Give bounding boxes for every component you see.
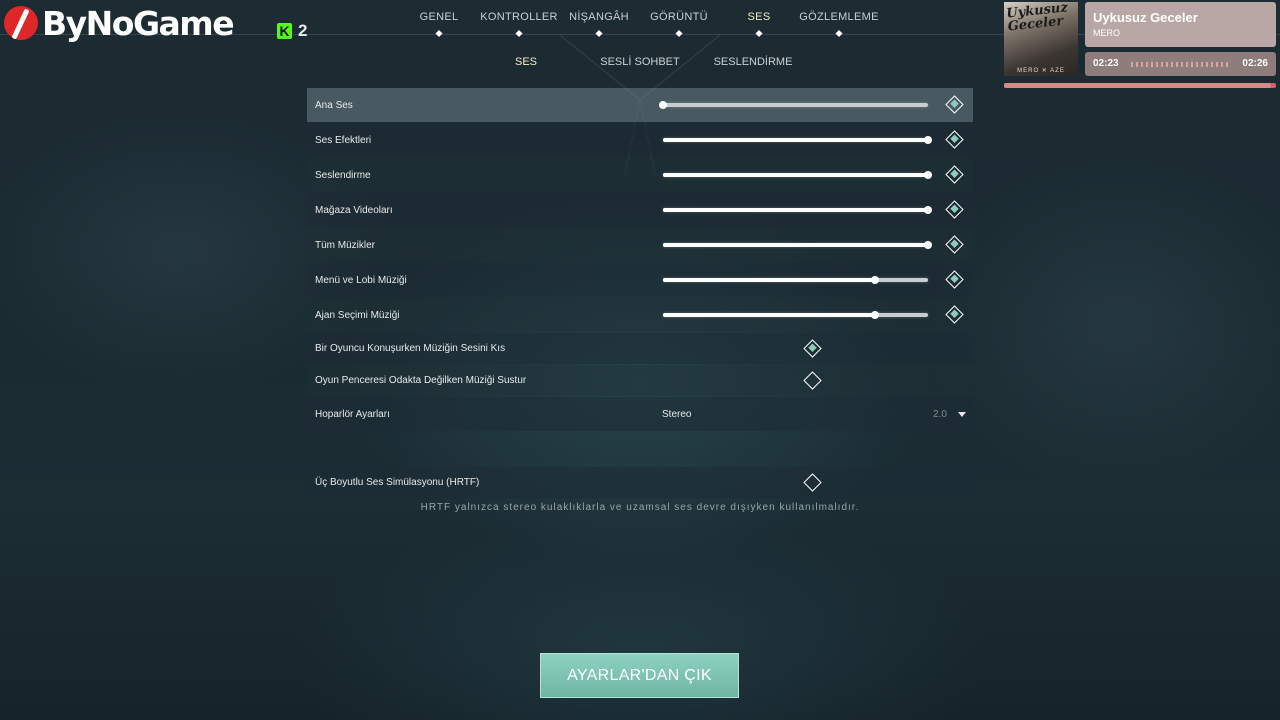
slider-fill: [663, 138, 928, 142]
setting-row-tum-muzikler: Tüm Müzikler: [307, 228, 973, 262]
slider-thumb[interactable]: [924, 206, 932, 214]
setting-row-menu-lobi-muzigi: Menü ve Lobi Müziği: [307, 263, 973, 297]
audio-settings-list: Ana Ses Ses Efektleri Seslendirme Mağaza…: [307, 88, 973, 432]
hrtf-note: HRTF yalnızca stereo kulaklıklarla ve uz…: [420, 502, 860, 513]
setting-row-hrtf: Üç Boyutlu Ses Simülasyonu (HRTF): [307, 467, 973, 498]
song-info: Uykusuz Geceler MERO: [1085, 2, 1276, 47]
setting-label: Üç Boyutlu Ses Simülasyonu (HRTF): [315, 477, 480, 488]
subtab-seslendirme[interactable]: SESLENDİRME: [714, 56, 793, 68]
album-cover-credits: MERO ✕ AZE: [1017, 68, 1065, 74]
enable-checkbox[interactable]: [945, 130, 964, 149]
hrtf-checkbox[interactable]: [803, 473, 822, 492]
time-total: 02:26: [1242, 58, 1268, 69]
tab-ses[interactable]: SES: [748, 11, 771, 23]
enable-checkbox[interactable]: [945, 305, 964, 324]
album-cover-title: Uykusuz Geceler: [1005, 2, 1069, 35]
setting-row-ses-efektleri: Ses Efektleri: [307, 123, 973, 157]
setting-label: Mağaza Videoları: [315, 204, 393, 216]
song-timeline: 02:23 02:26: [1085, 52, 1276, 76]
slider-thumb[interactable]: [924, 136, 932, 144]
volume-slider[interactable]: [663, 311, 928, 319]
album-cover: Uykusuz Geceler MERO ✕ AZE: [1004, 2, 1078, 76]
volume-slider[interactable]: [663, 136, 932, 144]
speaker-channels: 2.0: [933, 408, 947, 420]
setting-row-magaza-videolari: Mağaza Videoları: [307, 193, 973, 227]
enable-checkbox[interactable]: [945, 95, 964, 114]
now-playing-widget: Uykusuz Geceler MERO ✕ AZE Uykusuz Gecel…: [1004, 2, 1276, 90]
volume-slider[interactable]: [663, 171, 932, 179]
tab-indicator-dot: [515, 29, 523, 38]
setting-label: Bir Oyuncu Konuşurken Müziğin Sesini Kıs: [315, 343, 506, 354]
setting-label: Ajan Seçimi Müziği: [315, 309, 400, 321]
tab-indicator-dot: [835, 29, 843, 38]
exit-settings-button[interactable]: AYARLAR'DAN ÇIK: [540, 653, 739, 698]
volume-slider[interactable]: [663, 276, 928, 284]
slider-fill: [663, 313, 875, 317]
volume-slider[interactable]: [663, 206, 932, 214]
tab-gozlemleme[interactable]: GÖZLEMLEME: [799, 11, 878, 23]
setting-row-ajan-secimi-muzigi: Ajan Seçimi Müziği: [307, 298, 973, 332]
subtab-ses[interactable]: SES: [515, 56, 537, 68]
mute-unfocused-checkbox[interactable]: [803, 371, 822, 390]
setting-row-seslendirme: Seslendirme: [307, 158, 973, 192]
tab-goruntu[interactable]: GÖRÜNTÜ: [650, 11, 708, 23]
subtab-sesli-sohbet[interactable]: SESLİ SOHBET: [600, 56, 679, 68]
tab-indicator-dot: [675, 29, 683, 38]
song-progress-fill: [1004, 83, 1271, 88]
song-progress-bar: [1004, 83, 1276, 88]
tab-genel[interactable]: GENEL: [420, 11, 459, 23]
slider-fill: [663, 243, 928, 247]
slider-thumb[interactable]: [871, 311, 879, 319]
tab-indicator-dot: [595, 29, 603, 38]
song-artist: MERO: [1093, 28, 1120, 38]
slider-fill: [663, 173, 928, 177]
slider-fill: [663, 278, 875, 282]
slider-thumb[interactable]: [924, 171, 932, 179]
slider-fill: [663, 208, 928, 212]
setting-label: Menü ve Lobi Müziği: [315, 274, 407, 286]
setting-row-speaker: Hoparlör Ayarları Stereo 2.0: [307, 397, 973, 431]
tab-nisangah[interactable]: NİŞANGÂH: [569, 11, 629, 23]
setting-row-ana-ses: Ana Ses: [307, 88, 973, 122]
setting-label: Oyun Penceresi Odakta Değilken Müziği Su…: [315, 375, 527, 386]
enable-checkbox[interactable]: [945, 235, 964, 254]
volume-slider[interactable]: [663, 241, 932, 249]
setting-label: Seslendirme: [315, 169, 371, 181]
tab-indicator-dot: [435, 29, 443, 38]
setting-row-duck-music: Bir Oyuncu Konuşurken Müziğin Sesini Kıs: [307, 333, 973, 364]
volume-slider[interactable]: [659, 101, 928, 109]
setting-label: Hoparlör Ayarları: [315, 408, 390, 420]
setting-label: Ses Efektleri: [315, 134, 372, 146]
enable-checkbox[interactable]: [945, 270, 964, 289]
speaker-select-value[interactable]: Stereo: [662, 409, 691, 420]
setting-label: Ana Ses: [315, 99, 353, 111]
waveform-ticks: [1131, 62, 1230, 67]
tab-indicator-dot: [755, 29, 763, 38]
setting-row-mute-unfocused: Oyun Penceresi Odakta Değilken Müziği Su…: [307, 365, 973, 396]
setting-label: Tüm Müzikler: [315, 239, 376, 251]
time-current: 02:23: [1093, 58, 1119, 69]
slider-thumb[interactable]: [871, 276, 879, 284]
duck-music-checkbox[interactable]: [803, 339, 822, 358]
song-title: Uykusuz Geceler: [1093, 10, 1198, 25]
tab-kontroller[interactable]: KONTROLLER: [480, 11, 558, 23]
slider-thumb[interactable]: [924, 241, 932, 249]
enable-checkbox[interactable]: [945, 165, 964, 184]
slider-thumb[interactable]: [659, 101, 667, 109]
enable-checkbox[interactable]: [945, 200, 964, 219]
chevron-down-icon[interactable]: [958, 412, 966, 417]
